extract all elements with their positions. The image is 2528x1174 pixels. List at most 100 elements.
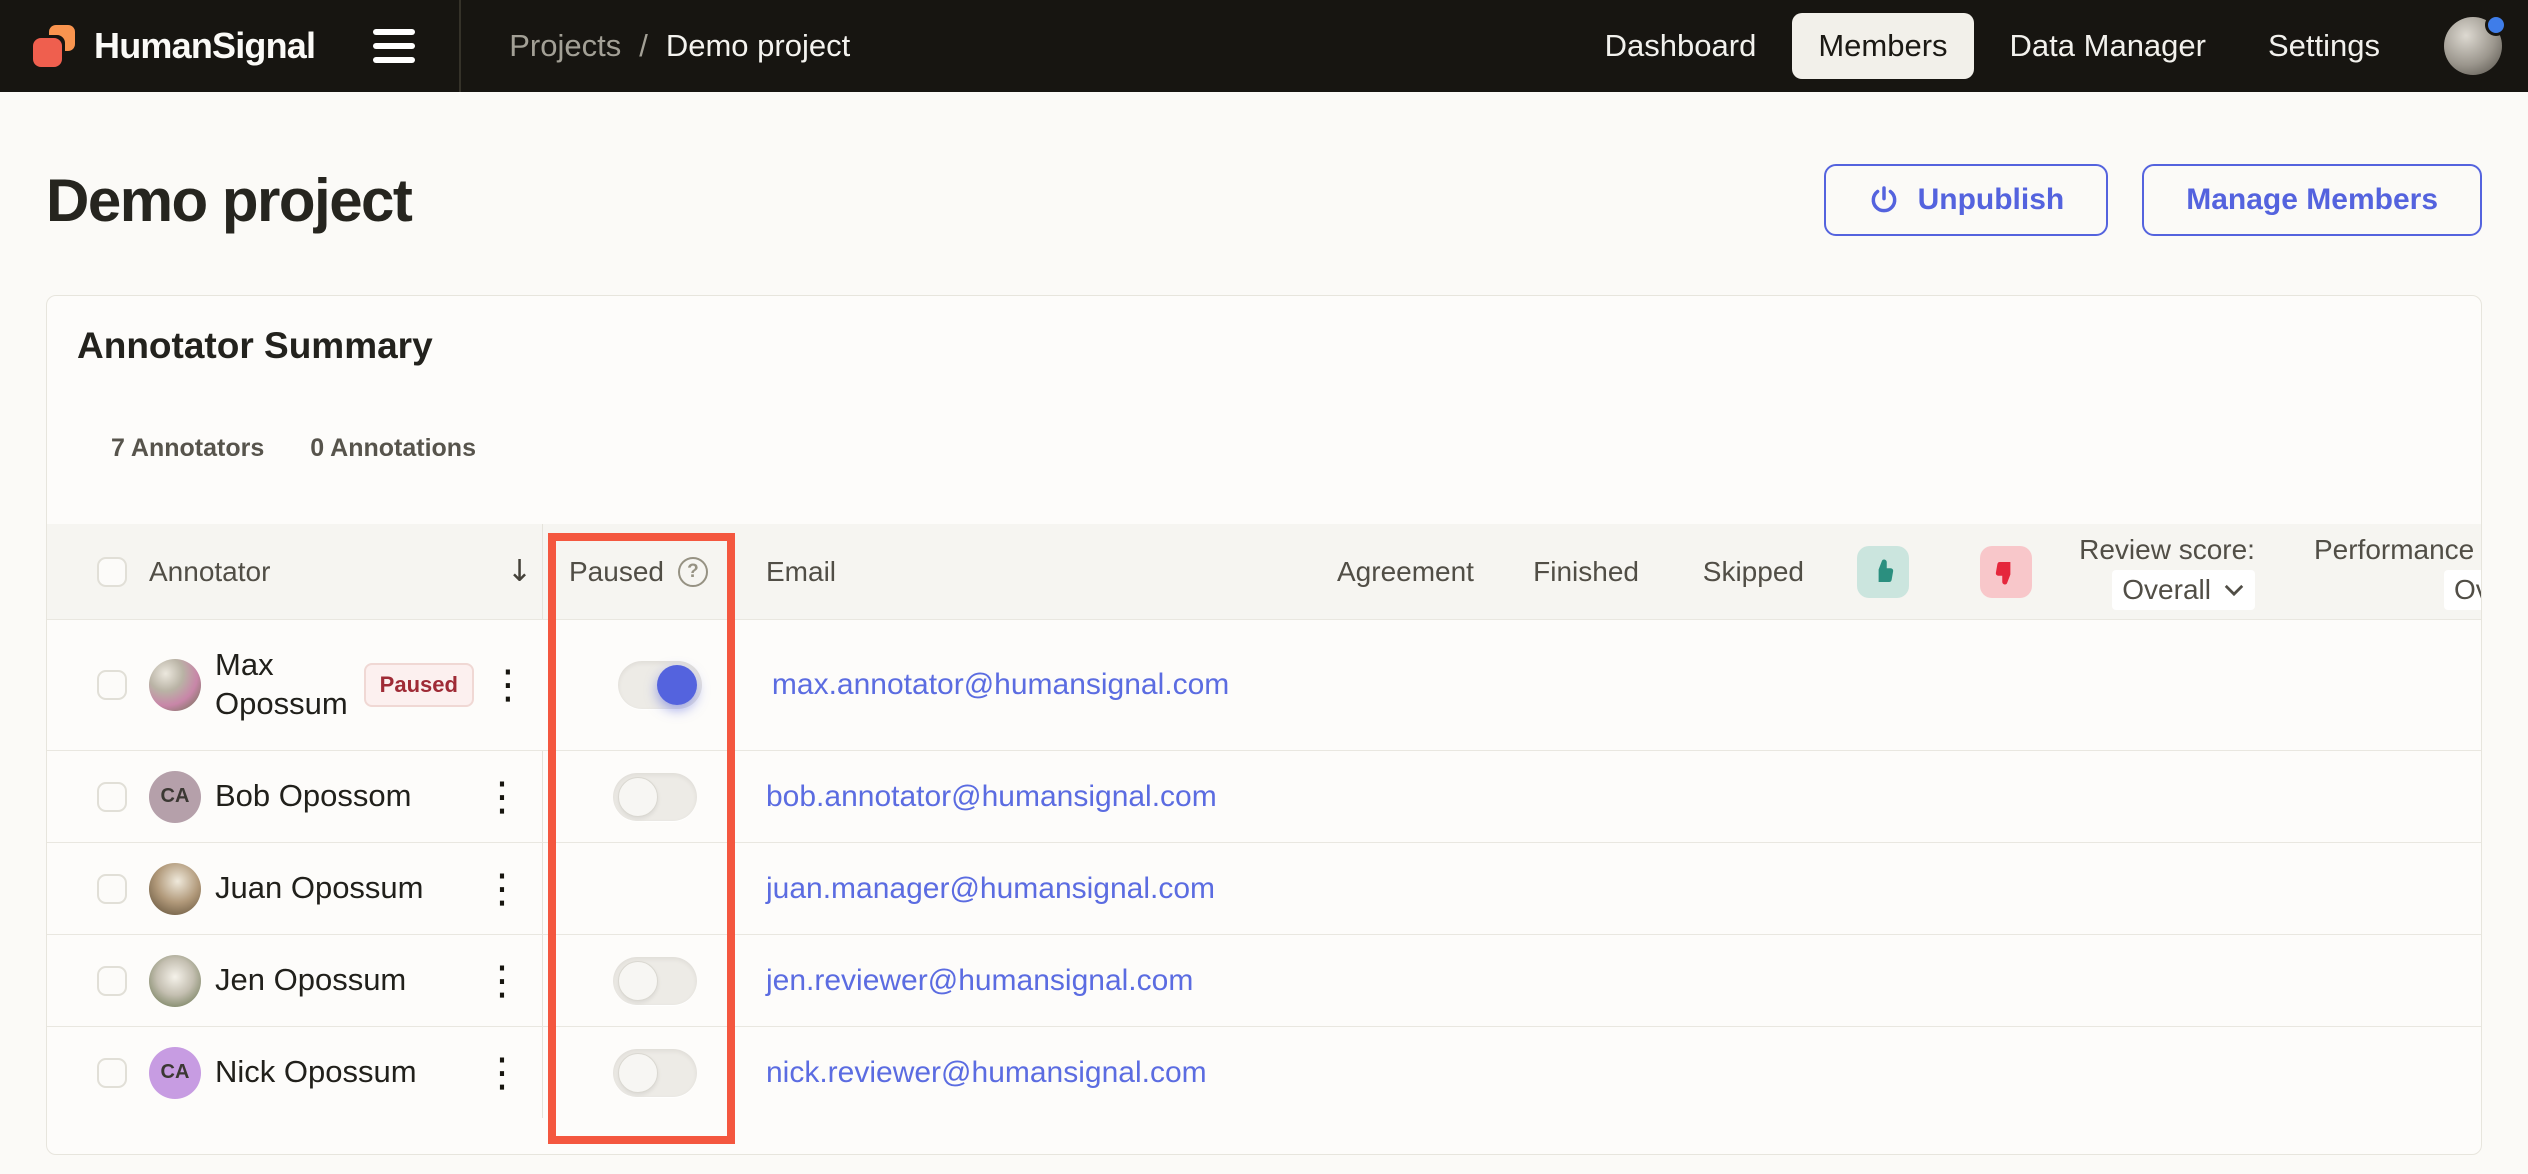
review-score-column-header: Review score: Overall — [2079, 534, 2255, 610]
breadcrumb-separator: / — [639, 28, 648, 63]
nav-item-settings[interactable]: Settings — [2242, 13, 2406, 79]
humansignal-logo-icon — [30, 22, 78, 70]
kebab-menu-icon[interactable]: ⋮ — [482, 869, 522, 909]
review-score-cell — [2053, 620, 2283, 750]
brand[interactable]: HumanSignal — [30, 22, 316, 70]
performance-cell — [2283, 620, 2481, 750]
paused-toggle[interactable] — [612, 1048, 697, 1097]
nav-item-members[interactable]: Members — [1792, 13, 1974, 79]
sort-descending-icon[interactable]: ↓ — [507, 554, 532, 589]
thumbs-up-cell — [1802, 935, 1937, 1026]
skipped-cell — [1637, 843, 1802, 934]
table-header-row: Annotator ↓ Paused ? Email Agreement Fin… — [47, 524, 2481, 620]
finished-cell — [1478, 620, 1643, 750]
kebab-menu-icon[interactable]: ⋮ — [482, 777, 522, 817]
table-body: Max Opossum Paused ⋮ max.annotator@human… — [47, 620, 2481, 1118]
breadcrumb-current: Demo project — [665, 28, 851, 63]
review-score-dropdown[interactable]: Overall — [2112, 569, 2255, 610]
table-row: Max Opossum Paused ⋮ max.annotator@human… — [47, 620, 2481, 750]
user-avatar[interactable] — [2444, 14, 2507, 75]
row-checkbox[interactable] — [97, 670, 127, 700]
email-link[interactable]: juan.manager@humansignal.com — [766, 872, 1215, 906]
hamburger-menu-icon[interactable] — [373, 29, 416, 63]
table-row: CA Nick Opossum ⋮ nick.reviewer@humansig… — [47, 1026, 2481, 1118]
thumbs-down-cell — [1937, 843, 2047, 934]
breadcrumb: Projects / Demo project — [509, 28, 850, 64]
performance-cell — [2277, 935, 2481, 1026]
finished-cell — [1472, 1027, 1637, 1118]
thumbs-up-cell — [1802, 751, 1937, 842]
review-score-cell — [2047, 843, 2277, 934]
avatar: CA — [149, 1046, 201, 1099]
row-checkbox[interactable] — [97, 781, 127, 812]
annotator-table: Annotator ↓ Paused ? Email Agreement Fin… — [47, 524, 2481, 1118]
member-name: Max Opossum — [215, 647, 348, 721]
nav-item-data-manager[interactable]: Data Manager — [1984, 13, 2232, 79]
annotations-count: 0 Annotations — [310, 434, 476, 462]
select-all-checkbox[interactable] — [97, 556, 127, 587]
row-checkbox[interactable] — [97, 965, 127, 996]
paused-toggle[interactable] — [618, 661, 703, 709]
annotator-column-header: Annotator — [149, 555, 271, 587]
annotator-summary-card: Annotator Summary 7 Annotators 0 Annotat… — [46, 295, 2482, 1155]
unpublish-button[interactable]: Unpublish — [1823, 164, 2109, 236]
email-link[interactable]: nick.reviewer@humansignal.com — [766, 1056, 1207, 1090]
performance-cell — [2277, 751, 2481, 842]
nav-item-dashboard[interactable]: Dashboard — [1579, 13, 1783, 79]
page-actions: Unpublish Manage Members — [1823, 164, 2482, 236]
agreement-cell — [1337, 935, 1472, 1026]
avatar — [149, 862, 201, 915]
top-navigation-bar: HumanSignal Projects / Demo project Dash… — [0, 0, 2528, 92]
finished-cell — [1472, 751, 1637, 842]
table-row: Juan Opossum ⋮ juan.manager@humansignal.… — [47, 842, 2481, 934]
summary-stats: 7 Annotators 0 Annotations — [111, 434, 2481, 463]
topbar-divider — [459, 0, 462, 92]
manage-members-button[interactable]: Manage Members — [2142, 164, 2482, 236]
review-score-cell — [2047, 1027, 2277, 1118]
review-score-cell — [2047, 751, 2277, 842]
table-row: Jen Opossum ⋮ jen.reviewer@humansignal.c… — [47, 934, 2481, 1026]
avatar — [149, 659, 201, 711]
member-name: Nick Opossum — [215, 1054, 417, 1090]
paused-column-header: Paused — [569, 555, 664, 587]
email-link[interactable]: max.annotator@humansignal.com — [772, 668, 1229, 702]
agreement-cell — [1337, 751, 1472, 842]
brand-name: HumanSignal — [94, 25, 316, 66]
thumbs-down-cell — [1943, 620, 2053, 750]
agreement-cell — [1337, 843, 1472, 934]
performance-cell — [2277, 1027, 2481, 1118]
finished-column-header: Finished — [1533, 555, 1639, 587]
thumbs-up-column-header — [1857, 545, 1910, 598]
kebab-menu-icon[interactable]: ⋮ — [482, 961, 522, 1001]
agreement-column-header: Agreement — [1337, 555, 1474, 587]
thumbs-down-cell — [1937, 1027, 2047, 1118]
row-checkbox[interactable] — [97, 1057, 127, 1088]
thumbs-up-cell — [1802, 843, 1937, 934]
paused-toggle[interactable] — [612, 956, 697, 1005]
performance-dropdown[interactable]: Overall — [2443, 569, 2481, 610]
paused-toggle[interactable] — [612, 772, 697, 821]
power-icon — [1871, 186, 1896, 213]
email-column-header: Email — [766, 555, 837, 587]
member-name: Bob Opossom — [215, 778, 412, 814]
kebab-menu-icon[interactable]: ⋮ — [488, 665, 528, 705]
email-link[interactable]: jen.reviewer@humansignal.com — [766, 964, 1193, 998]
finished-cell — [1472, 843, 1637, 934]
skipped-cell — [1637, 751, 1802, 842]
thumbs-up-icon — [1879, 559, 1894, 582]
paused-badge: Paused — [363, 663, 474, 707]
main-navigation: Dashboard Members Data Manager Settings — [1579, 13, 2406, 79]
card-title: Annotator Summary — [77, 325, 433, 366]
thumbs-down-cell — [1937, 751, 2047, 842]
kebab-menu-icon[interactable]: ⋮ — [482, 1053, 522, 1093]
review-score-cell — [2047, 935, 2277, 1026]
performance-cell — [2277, 843, 2481, 934]
thumbs-down-icon — [1995, 561, 2011, 584]
row-checkbox[interactable] — [97, 873, 127, 904]
email-link[interactable]: bob.annotator@humansignal.com — [766, 780, 1217, 814]
skipped-column-header: Skipped — [1702, 555, 1804, 587]
skipped-cell — [1637, 935, 1802, 1026]
thumbs-down-cell — [1937, 935, 2047, 1026]
breadcrumb-projects-link[interactable]: Projects — [509, 28, 621, 64]
help-icon[interactable]: ? — [677, 556, 708, 587]
